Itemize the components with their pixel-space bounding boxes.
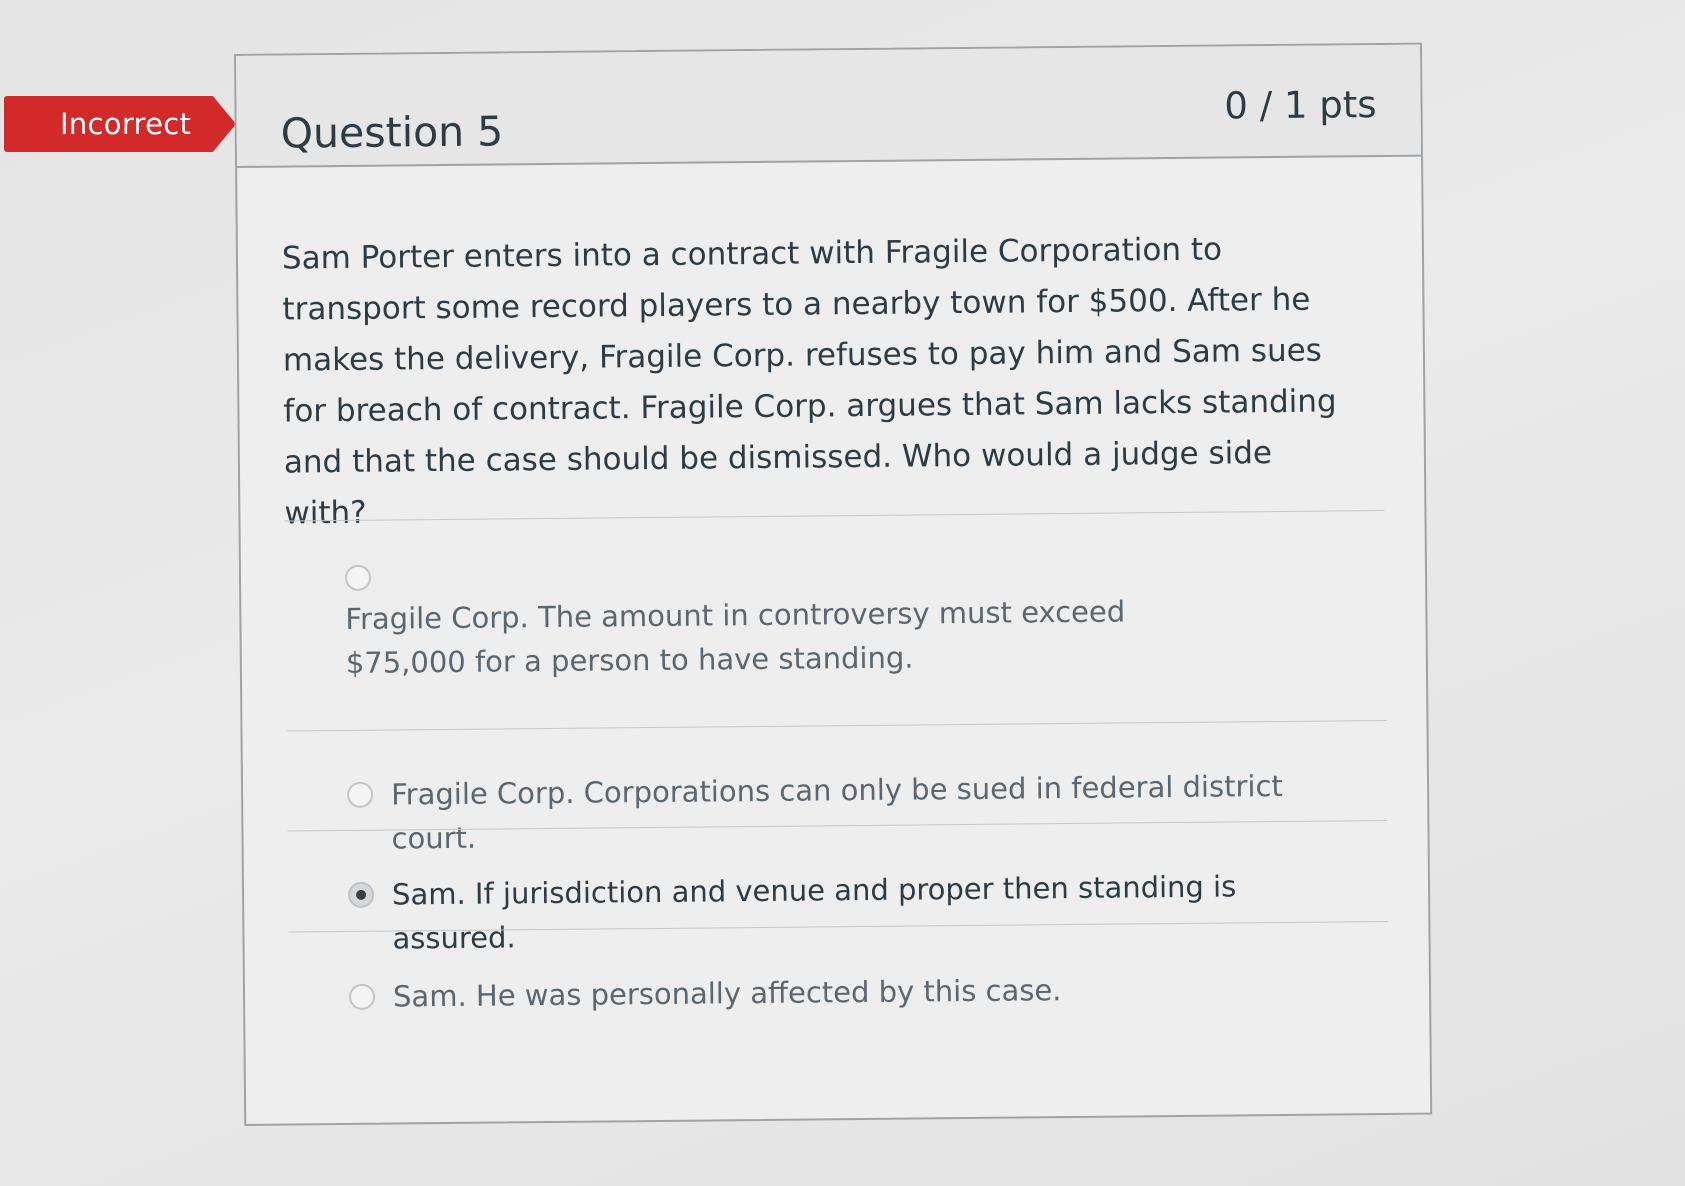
answer-text-2: Fragile Corp. Corporations can only be s… <box>390 768 1283 856</box>
question-header: Question 5 0 / 1 pts <box>236 44 1422 168</box>
radio-button-2[interactable] <box>346 781 374 808</box>
answer-divider <box>286 719 1387 732</box>
answer-option-4[interactable]: Sam. He was personally affected by this … <box>245 965 1429 1014</box>
question-card: Question 5 0 / 1 pts Sam Porter enters i… <box>234 42 1433 1126</box>
answer-option-2[interactable]: Fragile Corp. Corporations can only be s… <box>243 763 1427 856</box>
radio-button-3-selected[interactable] <box>347 881 375 908</box>
answer-text-4: Sam. He was personally affected by this … <box>392 973 1062 1014</box>
radio-button-1[interactable] <box>344 564 372 591</box>
answer-text-1: Fragile Corp. The amount in controversy … <box>345 594 1126 680</box>
question-title: Question 5 <box>280 107 504 158</box>
radio-button-4[interactable] <box>348 983 376 1010</box>
answer-text-3: Sam. If jurisdiction and venue and prope… <box>391 869 1237 956</box>
incorrect-flag: Incorrect <box>4 96 236 152</box>
incorrect-label: Incorrect <box>60 107 192 141</box>
question-text: Sam Porter enters into a contract with F… <box>281 231 1337 532</box>
points-score: 0 / 1 pts <box>1224 83 1377 128</box>
answer-option-3[interactable]: Sam. If jurisdiction and venue and prope… <box>244 863 1428 956</box>
answer-option-1[interactable]: Fragile Corp. The amount in controversy … <box>241 555 1425 680</box>
